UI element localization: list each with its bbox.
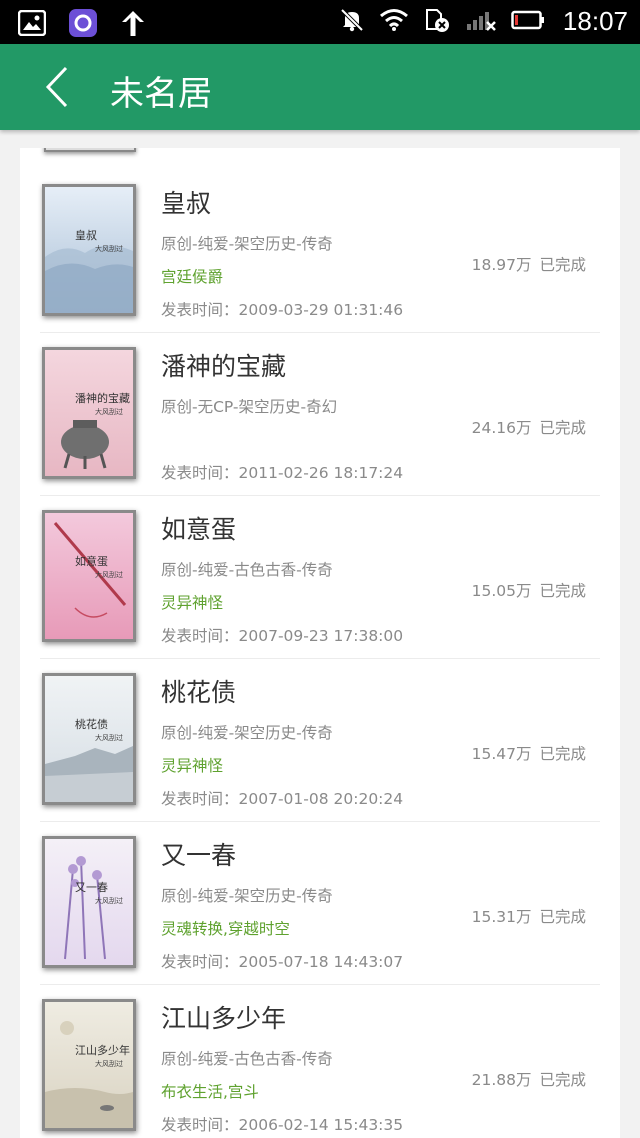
book-publish-date: 发表时间：2007-01-08 20:20:24 <box>161 790 404 808</box>
wifi-icon <box>379 8 409 36</box>
book-word-count: 15.47万 <box>471 745 532 763</box>
book-publish-date: 发表时间：2007-09-23 17:38:00 <box>161 627 404 645</box>
book-tags: 灵异神怪 <box>161 594 224 612</box>
svg-text:大风刮过: 大风刮过 <box>95 407 123 416</box>
book-meta: 21.88万 已完成 <box>472 1068 586 1090</box>
status-bar: 18:07 <box>0 0 640 44</box>
book-publish-date: 发表时间：2005-07-18 14:43:07 <box>161 953 404 971</box>
book-category: 原创-纯爱-古色古香-传奇 <box>161 561 333 579</box>
book-title: 桃花债 <box>161 678 237 707</box>
upload-arrow-icon <box>120 9 146 41</box>
signal-icon <box>465 8 497 36</box>
svg-text:大风刮过: 大风刮过 <box>95 1059 123 1068</box>
book-status: 已完成 <box>539 908 586 926</box>
back-button[interactable] <box>36 62 86 112</box>
no-sim-icon <box>423 7 451 37</box>
book-word-count: 18.97万 <box>471 256 532 274</box>
book-meta: 24.16万 已完成 <box>472 416 586 438</box>
book-publish-date: 发表时间：2011-02-26 18:17:24 <box>161 464 404 482</box>
book-category: 原创-无CP-架空历史-奇幻 <box>161 398 338 416</box>
page-title: 未名居 <box>110 74 212 114</box>
clock: 18:07 <box>562 6 628 36</box>
book-title: 如意蛋 <box>161 515 237 544</box>
book-category: 原创-纯爱-古色古香-传奇 <box>161 1050 333 1068</box>
book-title: 江山多少年 <box>161 1004 287 1033</box>
app-notification-icon <box>68 8 98 42</box>
book-cover[interactable]: 桃花债大风刮过 <box>42 673 136 805</box>
svg-text:桃花债: 桃花债 <box>75 717 108 731</box>
svg-text:大风刮过: 大风刮过 <box>95 733 123 742</box>
book-tags: 布衣生活,宫斗 <box>161 1083 259 1101</box>
book-list-item[interactable]: 桃花债 大风刮过 桃花债 原创-纯爱-架空历史-传奇 灵异神怪 发表时间：2007-01-… <box>20 659 620 822</box>
book-status: 已完成 <box>539 582 586 600</box>
book-category: 原创-纯爱-架空历史-传奇 <box>161 887 333 905</box>
chevron-left-icon <box>36 66 86 116</box>
svg-text:大风刮过: 大风刮过 <box>95 244 123 253</box>
book-word-count: 15.31万 <box>471 908 532 926</box>
book-list-item[interactable]: 皇叔 大风刮过 皇叔 原创-纯爱-架空历史-传奇 宫廷侯爵 发表时间：2009-03-29… <box>20 170 620 333</box>
svg-text:大风刮过: 大风刮过 <box>95 896 123 905</box>
book-list-item[interactable]: 潘神的宝藏 大风刮过 潘神的宝藏 原创-无CP-架空历史-奇幻 发表时间：2011-02… <box>20 333 620 496</box>
book-cover[interactable]: 潘神的宝藏大风刮过 <box>42 347 136 479</box>
book-tags: 宫廷侯爵 <box>161 268 224 286</box>
book-meta: 15.05万 已完成 <box>472 579 586 601</box>
svg-text:潘神的宝藏: 潘神的宝藏 <box>75 391 130 405</box>
book-publish-date: 发表时间：2006-02-14 15:43:35 <box>161 1116 404 1134</box>
book-status: 已完成 <box>539 1071 586 1089</box>
book-cover[interactable]: 江山多少年大风刮过 <box>42 999 136 1131</box>
battery-icon <box>511 10 545 34</box>
app-bar: 未名居 <box>0 44 640 130</box>
svg-text:又一春: 又一春 <box>75 881 108 894</box>
book-status: 已完成 <box>539 419 586 437</box>
book-list-item[interactable]: 江山多少年 大风刮过 江山多少年 原创-纯爱-古色古香-传奇 布衣生活,宫斗 发表时间：2… <box>20 985 620 1138</box>
gallery-icon <box>17 9 47 40</box>
book-title: 潘神的宝藏 <box>161 352 287 381</box>
book-word-count: 24.16万 <box>471 419 532 437</box>
svg-text:皇叔: 皇叔 <box>75 228 97 242</box>
book-meta: 15.31万 已完成 <box>472 905 586 927</box>
book-tags: 灵异神怪 <box>161 757 224 775</box>
book-meta: 18.97万 已完成 <box>472 253 586 275</box>
book-list-item[interactable]: 如意蛋 大风刮过 如意蛋 原创-纯爱-古色古香-传奇 灵异神怪 发表时间：2007-09-… <box>20 496 620 659</box>
book-status: 已完成 <box>539 745 586 763</box>
book-word-count: 21.88万 <box>471 1071 532 1089</box>
svg-text:如意蛋: 如意蛋 <box>75 554 108 568</box>
svg-text:大风刮过: 大风刮过 <box>95 570 123 579</box>
book-tags: 灵魂转换,穿越时空 <box>161 920 290 938</box>
book-list-item[interactable]: 又一春 大风刮过 又一春 原创-纯爱-架空历史-传奇 灵魂转换,穿越时空 发表时间：200… <box>20 822 620 985</box>
book-cover[interactable]: 如意蛋大风刮过 <box>42 510 136 642</box>
book-list[interactable]: 皇叔 大风刮过 皇叔 原创-纯爱-架空历史-传奇 宫廷侯爵 发表时间：2009-03-29… <box>20 148 620 1138</box>
book-word-count: 15.05万 <box>471 582 532 600</box>
book-publish-date: 发表时间：2009-03-29 01:31:46 <box>161 301 404 319</box>
mute-icon <box>339 7 365 37</box>
book-status: 已完成 <box>539 256 586 274</box>
book-title: 又一春 <box>161 841 237 870</box>
book-title: 皇叔 <box>161 189 212 218</box>
book-category: 原创-纯爱-架空历史-传奇 <box>161 235 333 253</box>
book-meta: 15.47万 已完成 <box>472 742 586 764</box>
book-cover-partial[interactable] <box>44 148 136 152</box>
svg-text:江山多少年: 江山多少年 <box>75 1043 130 1057</box>
book-cover[interactable]: 又一春大风刮过 <box>42 836 136 968</box>
book-cover[interactable]: 皇叔大风刮过 <box>42 184 136 316</box>
book-category: 原创-纯爱-架空历史-传奇 <box>161 724 333 742</box>
